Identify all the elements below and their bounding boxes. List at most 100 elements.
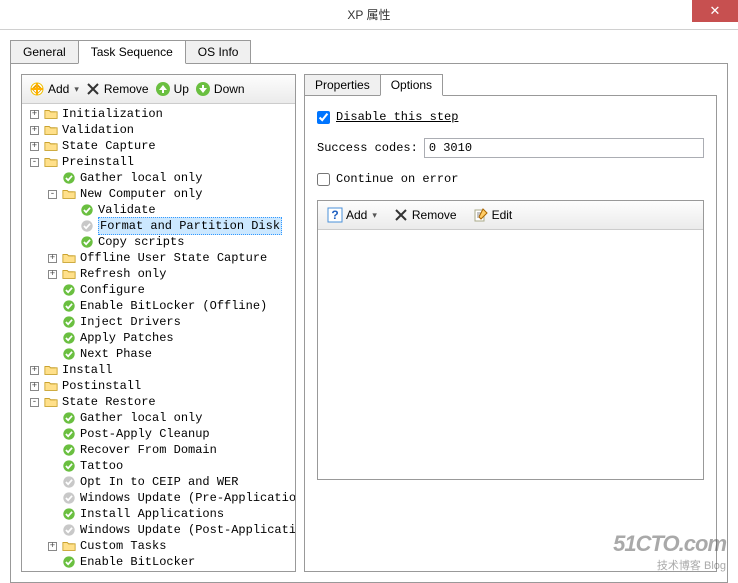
tree-item[interactable]: Install Applications bbox=[22, 506, 295, 522]
tree-item[interactable]: + Initialization bbox=[22, 106, 295, 122]
up-label: Up bbox=[174, 82, 189, 96]
tree-item-label: Windows Update (Pre-Application Installa… bbox=[80, 490, 295, 506]
collapse-icon[interactable]: - bbox=[30, 398, 39, 407]
disable-step-checkbox[interactable] bbox=[317, 111, 330, 124]
check-icon bbox=[61, 331, 77, 345]
tree-item[interactable]: - Preinstall bbox=[22, 154, 295, 170]
tree-item[interactable]: Enable BitLocker bbox=[22, 554, 295, 570]
check-icon bbox=[61, 347, 77, 361]
tree-item[interactable]: Copy scripts bbox=[22, 234, 295, 250]
success-codes-input[interactable] bbox=[424, 138, 704, 158]
cond-add-label: Add bbox=[346, 208, 367, 222]
svg-text:?: ? bbox=[331, 208, 338, 222]
expand-icon[interactable]: + bbox=[48, 542, 57, 551]
expand-icon[interactable]: + bbox=[30, 110, 39, 119]
tree-item[interactable]: Configure bbox=[22, 282, 295, 298]
main-body: Add Remove Up Down + Initialization + Valid… bbox=[10, 63, 728, 583]
tree-item-label: Custom Tasks bbox=[80, 538, 166, 554]
cond-add-button[interactable]: ? Add bbox=[324, 205, 380, 225]
tree-item[interactable]: Opt In to CEIP and WER bbox=[22, 474, 295, 490]
edit-icon bbox=[473, 207, 489, 223]
tree-item[interactable]: Restore User State bbox=[22, 570, 295, 571]
conditions-list[interactable] bbox=[318, 230, 703, 479]
up-button[interactable]: Up bbox=[152, 79, 192, 99]
tree-item[interactable]: Apply Patches bbox=[22, 330, 295, 346]
tab-task-sequence[interactable]: Task Sequence bbox=[78, 40, 186, 64]
collapse-icon[interactable]: - bbox=[30, 158, 39, 167]
folder-icon bbox=[61, 251, 77, 265]
tree-item-label: Postinstall bbox=[62, 378, 141, 394]
folder-icon bbox=[43, 379, 59, 393]
expand-icon[interactable]: + bbox=[30, 142, 39, 151]
check-icon bbox=[61, 411, 77, 425]
tree-item-label: Next Phase bbox=[80, 346, 152, 362]
disable-step-label[interactable]: Disable this step bbox=[336, 110, 458, 124]
tree-item[interactable]: -New Computer only bbox=[22, 186, 295, 202]
tree-item-label: Enable BitLocker bbox=[80, 554, 195, 570]
cond-remove-label: Remove bbox=[412, 208, 457, 222]
tree-item[interactable]: Recover From Domain bbox=[22, 442, 295, 458]
tree-item[interactable]: Inject Drivers bbox=[22, 314, 295, 330]
tree-item[interactable]: + Offline User State Capture bbox=[22, 250, 295, 266]
tab-general[interactable]: General bbox=[10, 40, 79, 64]
tree-item[interactable]: Tattoo bbox=[22, 458, 295, 474]
tree-item-label: Preinstall bbox=[62, 154, 134, 170]
check-icon bbox=[61, 459, 77, 473]
tree-item[interactable]: + Custom Tasks bbox=[22, 538, 295, 554]
close-button[interactable]: ✕ bbox=[692, 0, 738, 22]
task-sequence-tree[interactable]: + Initialization + Validation+State Capture… bbox=[22, 104, 295, 571]
continue-on-error-checkbox[interactable] bbox=[317, 173, 330, 186]
continue-on-error-row: Continue on error bbox=[317, 172, 704, 186]
tree-item-label: Format and Partition Disk bbox=[98, 217, 282, 235]
remove-icon bbox=[85, 81, 101, 97]
folder-icon bbox=[43, 155, 59, 169]
disabled-icon bbox=[61, 523, 77, 537]
check-icon bbox=[61, 283, 77, 297]
tree-item[interactable]: Validate bbox=[22, 202, 295, 218]
remove-button[interactable]: Remove bbox=[82, 79, 152, 99]
tree-item[interactable]: + Postinstall bbox=[22, 378, 295, 394]
cond-edit-label: Edit bbox=[492, 208, 513, 222]
add-button[interactable]: Add bbox=[26, 79, 82, 99]
tab-properties[interactable]: Properties bbox=[304, 74, 381, 96]
tree-item[interactable]: Gather local only bbox=[22, 170, 295, 186]
tab-options[interactable]: Options bbox=[380, 74, 443, 96]
tree-item[interactable]: Gather local only bbox=[22, 410, 295, 426]
up-icon bbox=[155, 81, 171, 97]
tree-item[interactable]: Next Phase bbox=[22, 346, 295, 362]
check-icon bbox=[79, 235, 95, 249]
expand-icon[interactable]: + bbox=[30, 126, 39, 135]
collapse-icon[interactable]: - bbox=[48, 190, 57, 199]
tree-item[interactable]: + Install bbox=[22, 362, 295, 378]
tree-item[interactable]: +Refresh only bbox=[22, 266, 295, 282]
tree-item-label: Opt In to CEIP and WER bbox=[80, 474, 238, 490]
remove-icon bbox=[393, 207, 409, 223]
right-panel: Properties Options Disable this step Suc… bbox=[304, 74, 717, 572]
check-icon bbox=[61, 315, 77, 329]
conditions-panel: ? Add Remove Edit bbox=[317, 200, 704, 480]
tree-item[interactable]: Format and Partition Disk bbox=[22, 218, 295, 234]
expand-icon[interactable]: + bbox=[48, 254, 57, 263]
cond-edit-button[interactable]: Edit bbox=[470, 205, 516, 225]
expand-icon[interactable]: + bbox=[48, 270, 57, 279]
cond-remove-button[interactable]: Remove bbox=[390, 205, 460, 225]
tree-item[interactable]: Windows Update (Post-Application Install… bbox=[22, 522, 295, 538]
tree-item-label: Install bbox=[62, 362, 112, 378]
tree-item[interactable]: +State Capture bbox=[22, 138, 295, 154]
tree-item[interactable]: + Validation bbox=[22, 122, 295, 138]
tree-item-label: Gather local only bbox=[80, 410, 202, 426]
down-button[interactable]: Down bbox=[192, 79, 248, 99]
tree-item-label: Validation bbox=[62, 122, 134, 138]
tree-item[interactable]: Windows Update (Pre-Application Installa… bbox=[22, 490, 295, 506]
tree-item[interactable]: Enable BitLocker (Offline) bbox=[22, 298, 295, 314]
continue-on-error-label[interactable]: Continue on error bbox=[336, 172, 458, 186]
tree-item[interactable]: -State Restore bbox=[22, 394, 295, 410]
folder-icon bbox=[43, 107, 59, 121]
expand-icon[interactable]: + bbox=[30, 366, 39, 375]
expand-icon[interactable]: + bbox=[30, 382, 39, 391]
tree-item[interactable]: Post-Apply Cleanup bbox=[22, 426, 295, 442]
window-title: XP 属性 bbox=[347, 6, 390, 23]
tree-item-label: Offline User State Capture bbox=[80, 250, 267, 266]
tree-item-label: Initialization bbox=[62, 106, 163, 122]
tab-os-info[interactable]: OS Info bbox=[185, 40, 252, 64]
